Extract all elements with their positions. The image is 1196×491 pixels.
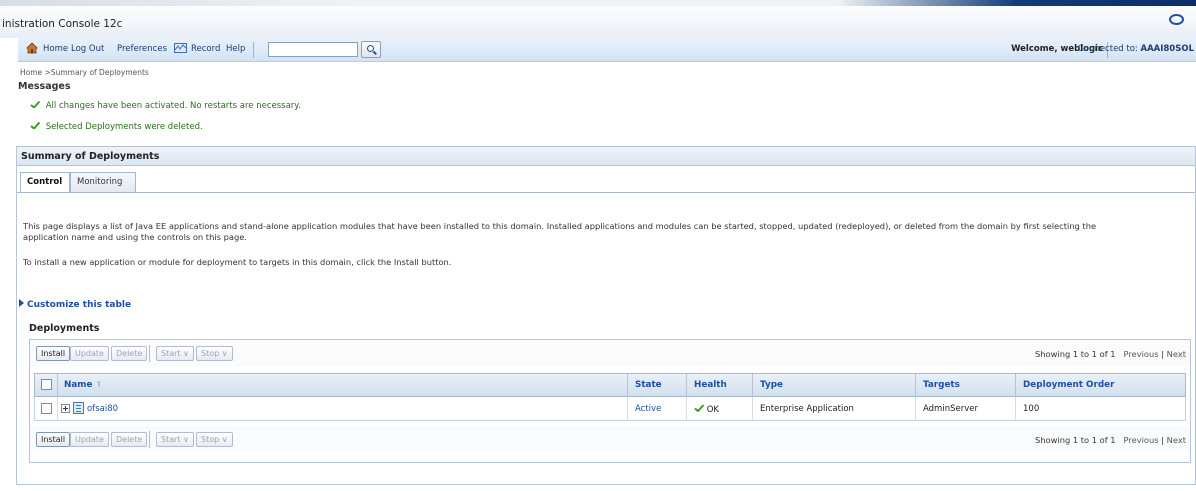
row-checkbox[interactable]: [41, 403, 52, 414]
breadcrumb[interactable]: Home >Summary of Deployments: [20, 68, 149, 77]
connected-prefix: Connected to:: [1077, 44, 1138, 54]
summary-title: Summary of Deployments: [17, 147, 1195, 166]
start-dropdown[interactable]: Start ∨: [156, 346, 194, 361]
check-icon: [30, 122, 40, 129]
preferences-link[interactable]: Preferences: [117, 44, 167, 54]
column-health[interactable]: Health: [694, 380, 727, 390]
page-description-cont: application name and using the controls …: [23, 232, 247, 242]
help-link[interactable]: Help: [226, 44, 245, 54]
delete-button[interactable]: Delete: [111, 346, 148, 361]
next-link[interactable]: Next: [1167, 349, 1186, 359]
deployment-order: 100: [1023, 404, 1040, 414]
previous-link[interactable]: Previous: [1124, 349, 1159, 359]
column-targets[interactable]: Targets: [923, 380, 960, 390]
search-input[interactable]: [268, 42, 358, 57]
table-row: ofsai80 Active OK Enterprise Application…: [34, 397, 1186, 421]
delete-button[interactable]: Delete: [111, 432, 148, 447]
record-icon[interactable]: [174, 43, 187, 53]
toolbar-divider: [253, 42, 254, 58]
deployment-name-link[interactable]: ofsai80: [87, 404, 118, 414]
message-text: Selected Deployments were deleted.: [45, 122, 203, 132]
window-titlebar: inistration Console 12c: [0, 0, 1196, 38]
check-icon: [694, 404, 705, 413]
connected-domain: AAAI80SOL: [1140, 44, 1195, 54]
tab-underline: [17, 192, 1195, 193]
search-button[interactable]: [361, 41, 381, 58]
stop-dropdown[interactable]: Stop ∨: [196, 432, 233, 447]
start-dropdown[interactable]: Start ∨: [156, 432, 194, 447]
expand-tree-icon[interactable]: [61, 404, 70, 413]
expand-triangle-icon: [19, 299, 24, 307]
update-button[interactable]: Update: [70, 432, 109, 447]
window-title: inistration Console 12c: [2, 18, 123, 30]
home-link[interactable]: Home: [43, 44, 68, 54]
top-toolbar: Home Log Out Preferences Record Help Wel…: [18, 38, 1196, 62]
title-strip: [0, 0, 1196, 6]
oracle-logo-icon: [1169, 14, 1184, 25]
column-name[interactable]: Name ⇑: [64, 380, 102, 390]
table-header: Name ⇑ State Health Type Targets Deployme…: [34, 373, 1186, 397]
deployment-health: OK: [694, 404, 719, 415]
table-actions-top: Install Update Delete Start ∨ Stop ∨ Sho…: [30, 340, 1190, 366]
showing-count: Showing 1 to 1 of 1: [1035, 435, 1116, 445]
pagination-info: Showing 1 to 1 of 1 Previous | Next: [1035, 349, 1186, 359]
tab-monitoring[interactable]: Monitoring: [70, 172, 136, 192]
stop-dropdown[interactable]: Stop ∨: [196, 346, 233, 361]
check-icon: [30, 101, 40, 108]
sort-icon[interactable]: ⇑: [95, 380, 102, 389]
previous-link[interactable]: Previous: [1124, 435, 1159, 445]
record-link[interactable]: Record: [191, 44, 220, 54]
logout-link[interactable]: Log Out: [71, 44, 104, 54]
deployment-targets: AdminServer: [923, 404, 978, 414]
deployment-type: Enterprise Application: [760, 404, 854, 414]
update-button[interactable]: Update: [70, 346, 109, 361]
messages-heading: Messages: [18, 81, 71, 92]
message-item: All changes have been activated. No rest…: [30, 101, 301, 111]
tab-control[interactable]: Control: [20, 172, 70, 192]
column-type[interactable]: Type: [760, 380, 783, 390]
record-wave-icon: [174, 44, 187, 51]
application-icon: [73, 402, 84, 414]
install-hint: To install a new application or module f…: [23, 257, 452, 267]
customize-table-link[interactable]: Customize this table: [19, 299, 131, 310]
health-text: OK: [706, 405, 719, 415]
deployments-table: Install Update Delete Start ∨ Stop ∨ Sho…: [29, 339, 1191, 463]
customize-label: Customize this table: [27, 300, 132, 310]
summary-panel: Summary of Deployments Control Monitorin…: [16, 146, 1196, 485]
home-icon[interactable]: [26, 42, 38, 54]
deployments-heading: Deployments: [29, 323, 100, 334]
deployment-state: Active: [635, 404, 662, 414]
message-text: All changes have been activated. No rest…: [45, 101, 301, 111]
message-item: Selected Deployments were deleted.: [30, 122, 203, 132]
column-deployment-order[interactable]: Deployment Order: [1023, 380, 1114, 390]
install-button[interactable]: Install: [36, 346, 71, 361]
select-all-checkbox[interactable]: [41, 379, 52, 390]
connected-status: Connected to: AAAI80SOL: [1078, 44, 1194, 54]
pagination-info: Showing 1 to 1 of 1 Previous | Next: [1035, 435, 1186, 445]
table-actions-bottom: Install Update Delete Start ∨ Stop ∨ Sho…: [30, 426, 1190, 452]
column-state[interactable]: State: [635, 380, 662, 390]
page-description: This page displays a list of Java EE app…: [23, 221, 1097, 231]
next-link[interactable]: Next: [1167, 435, 1186, 445]
install-button[interactable]: Install: [36, 432, 71, 447]
showing-count: Showing 1 to 1 of 1: [1035, 349, 1116, 359]
